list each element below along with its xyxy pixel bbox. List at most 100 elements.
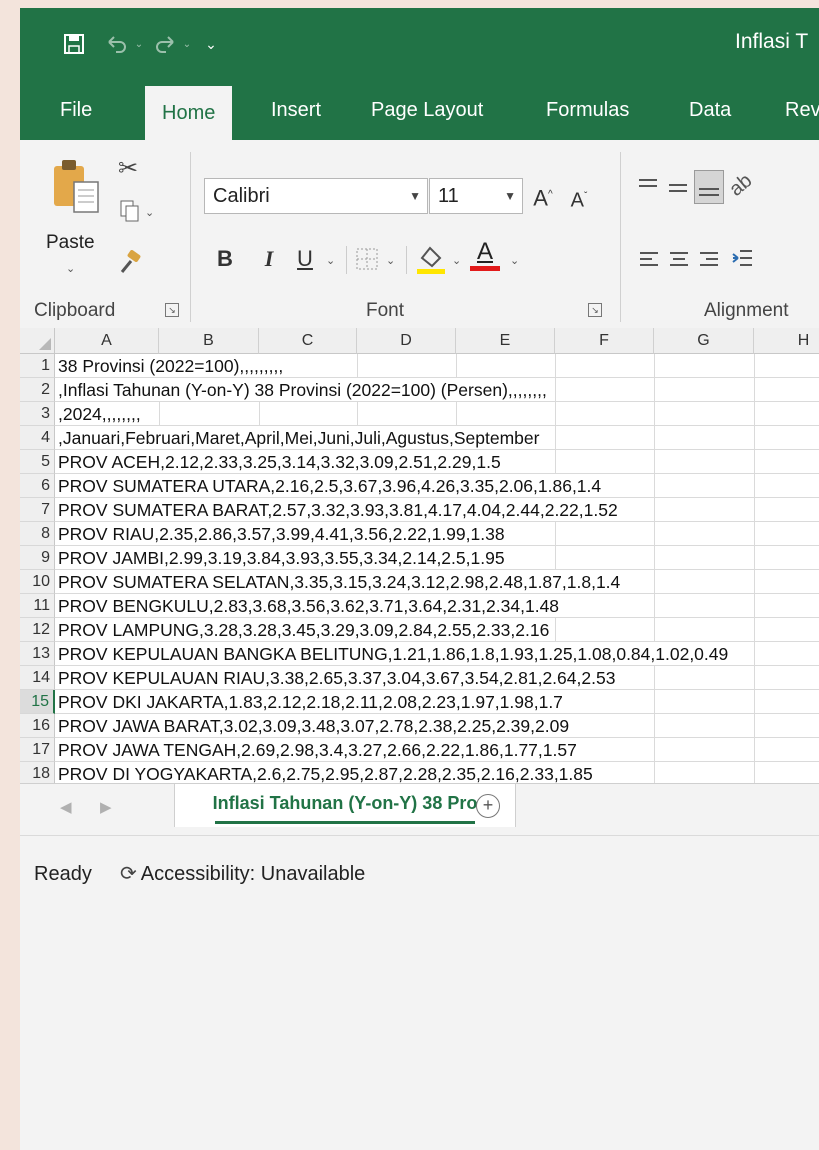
decrease-indent-icon[interactable]: [730, 246, 754, 275]
cell-a[interactable]: PROV SUMATERA BARAT,2.57,3.32,3.93,3.81,…: [58, 498, 618, 522]
align-right-icon[interactable]: [698, 248, 720, 275]
align-center-icon[interactable]: [668, 248, 690, 275]
align-middle-icon[interactable]: [666, 176, 690, 205]
row-header[interactable]: 11: [20, 594, 55, 618]
row-header[interactable]: 12: [20, 618, 55, 642]
orientation-icon[interactable]: ab: [725, 170, 757, 202]
tab-formulas[interactable]: Formulas: [546, 80, 629, 140]
borders-dropdown-icon[interactable]: ⌄: [386, 254, 395, 267]
column-header-e[interactable]: E: [456, 328, 555, 354]
align-left-icon[interactable]: [638, 248, 660, 275]
alignment-group-label: Alignment: [704, 300, 789, 321]
font-color-icon[interactable]: A: [468, 238, 502, 271]
copy-icon[interactable]: [120, 200, 140, 227]
format-painter-icon[interactable]: [118, 250, 142, 279]
cell-a[interactable]: PROV DKI JAKARTA,1.83,2.12,2.18,2.11,2.0…: [58, 690, 563, 714]
row-header[interactable]: 14: [20, 666, 55, 690]
row-header[interactable]: 17: [20, 738, 55, 762]
row-header[interactable]: 18: [20, 762, 55, 783]
clipboard-launcher-icon[interactable]: ↘: [165, 303, 179, 317]
tab-data[interactable]: Data: [689, 80, 731, 140]
paste-label[interactable]: Paste: [46, 232, 95, 254]
cell-a[interactable]: PROV JAMBI,2.99,3.19,3.84,3.93,3.55,3.34…: [58, 546, 505, 570]
undo-icon[interactable]: [104, 30, 130, 58]
sheet-nav-prev-icon[interactable]: ◀: [60, 798, 72, 816]
redo-icon[interactable]: [152, 30, 178, 58]
group-divider: [620, 152, 621, 322]
font-color-dropdown-icon[interactable]: ⌄: [510, 254, 519, 267]
column-header-g[interactable]: G: [654, 328, 754, 354]
copy-dropdown-icon[interactable]: ⌄: [145, 206, 154, 219]
row-header[interactable]: 5: [20, 450, 55, 474]
paste-icon[interactable]: [48, 156, 104, 228]
tab-file[interactable]: File: [60, 80, 92, 140]
column-header-d[interactable]: D: [357, 328, 456, 354]
column-header-b[interactable]: B: [159, 328, 259, 354]
customize-qat-icon[interactable]: ⌄: [204, 30, 218, 58]
cell-a[interactable]: ,2024,,,,,,,,: [58, 402, 141, 426]
align-bottom-icon[interactable]: [694, 170, 724, 204]
undo-dropdown-icon[interactable]: ⌄: [132, 30, 146, 58]
fill-color-dropdown-icon[interactable]: ⌄: [452, 254, 461, 267]
column-header-h[interactable]: H: [754, 328, 819, 354]
fill-color-icon[interactable]: [416, 242, 446, 281]
cell-a[interactable]: PROV KEPULAUAN BANGKA BELITUNG,1.21,1.86…: [58, 642, 728, 666]
plus-circle-icon[interactable]: +: [476, 794, 500, 818]
cell-a[interactable]: PROV BENGKULU,2.83,3.68,3.56,3.62,3.71,3…: [58, 594, 559, 618]
font-launcher-icon[interactable]: ↘: [588, 303, 602, 317]
row-header[interactable]: 9: [20, 546, 55, 570]
row-header[interactable]: 4: [20, 426, 55, 450]
cell-a[interactable]: PROV KEPULAUAN RIAU,3.38,2.65,3.37,3.04,…: [58, 666, 615, 690]
cell-a[interactable]: PROV JAWA BARAT,3.02,3.09,3.48,3.07,2.78…: [58, 714, 569, 738]
cell-a[interactable]: PROV JAWA TENGAH,2.69,2.98,3.4,3.27,2.66…: [58, 738, 577, 762]
tab-insert[interactable]: Insert: [271, 80, 321, 140]
row-header[interactable]: 10: [20, 570, 55, 594]
italic-button[interactable]: I: [256, 242, 282, 276]
cell-a[interactable]: PROV SUMATERA SELATAN,3.35,3.15,3.24,3.1…: [58, 570, 620, 594]
redo-dropdown-icon[interactable]: ⌄: [180, 30, 194, 58]
row-header[interactable]: 15: [20, 690, 55, 714]
paste-dropdown-icon[interactable]: ⌄: [66, 262, 75, 275]
cell-a[interactable]: ,Inflasi Tahunan (Y-on-Y) 38 Provinsi (2…: [58, 378, 547, 402]
select-all-corner[interactable]: [20, 328, 55, 354]
tab-review[interactable]: Rev: [785, 80, 819, 140]
cell-a[interactable]: 38 Provinsi (2022=100),,,,,,,,,: [58, 354, 283, 378]
decrease-font-size-icon[interactable]: Aˇ: [566, 180, 592, 214]
align-top-icon[interactable]: [636, 176, 660, 205]
row-header[interactable]: 6: [20, 474, 55, 498]
cell-a[interactable]: PROV RIAU,2.35,2.86,3.57,3.99,4.41,3.56,…: [58, 522, 505, 546]
column-header-c[interactable]: C: [259, 328, 357, 354]
underline-button[interactable]: U: [292, 242, 318, 276]
sheet-tab-active[interactable]: Inflasi Tahunan (Y-on-Y) 38 Pro: [174, 784, 516, 827]
tab-page-layout[interactable]: Page Layout: [371, 80, 483, 140]
cell-a[interactable]: PROV ACEH,2.12,2.33,3.25,3.14,3.32,3.09,…: [58, 450, 501, 474]
row-header[interactable]: 2: [20, 378, 55, 402]
cell-a[interactable]: ,Januari,Februari,Maret,April,Mei,Juni,J…: [58, 426, 539, 450]
spreadsheet-grid[interactable]: A B C D E F G H 1 38 Provinsi (2022=100),,,,,,,,,…: [20, 328, 819, 783]
row-header[interactable]: 8: [20, 522, 55, 546]
font-name-select[interactable]: Calibri ▼: [204, 178, 428, 214]
column-header-a[interactable]: A: [55, 328, 159, 354]
accessibility-status[interactable]: ⟳ Accessibility: Unavailable: [120, 861, 365, 886]
save-icon[interactable]: [60, 30, 88, 58]
row-header[interactable]: 1: [20, 354, 55, 378]
bold-button[interactable]: B: [212, 242, 238, 276]
row-header[interactable]: 16: [20, 714, 55, 738]
row-header[interactable]: 7: [20, 498, 55, 522]
cell-a[interactable]: PROV DI YOGYAKARTA,2.6,2.75,2.95,2.87,2.…: [58, 762, 593, 783]
sheet-nav-next-icon[interactable]: ▶: [100, 798, 112, 816]
cell-a[interactable]: PROV LAMPUNG,3.28,3.28,3.45,3.29,3.09,2.…: [58, 618, 549, 642]
divider: [346, 246, 347, 274]
cell-a[interactable]: PROV SUMATERA UTARA,2.16,2.5,3.67,3.96,4…: [58, 474, 601, 498]
underline-dropdown-icon[interactable]: ⌄: [326, 254, 335, 267]
font-size-select[interactable]: 11 ▼: [429, 178, 523, 214]
tab-home[interactable]: Home: [145, 86, 233, 140]
increase-font-size-icon[interactable]: A^: [530, 178, 556, 212]
column-header-f[interactable]: F: [555, 328, 654, 354]
cut-icon[interactable]: ✂: [118, 154, 138, 183]
select-all-icon: [39, 338, 51, 350]
row-header[interactable]: 3: [20, 402, 55, 426]
row-header[interactable]: 13: [20, 642, 55, 666]
borders-icon[interactable]: [356, 248, 378, 275]
clipboard-group-label: Clipboard: [34, 300, 116, 321]
